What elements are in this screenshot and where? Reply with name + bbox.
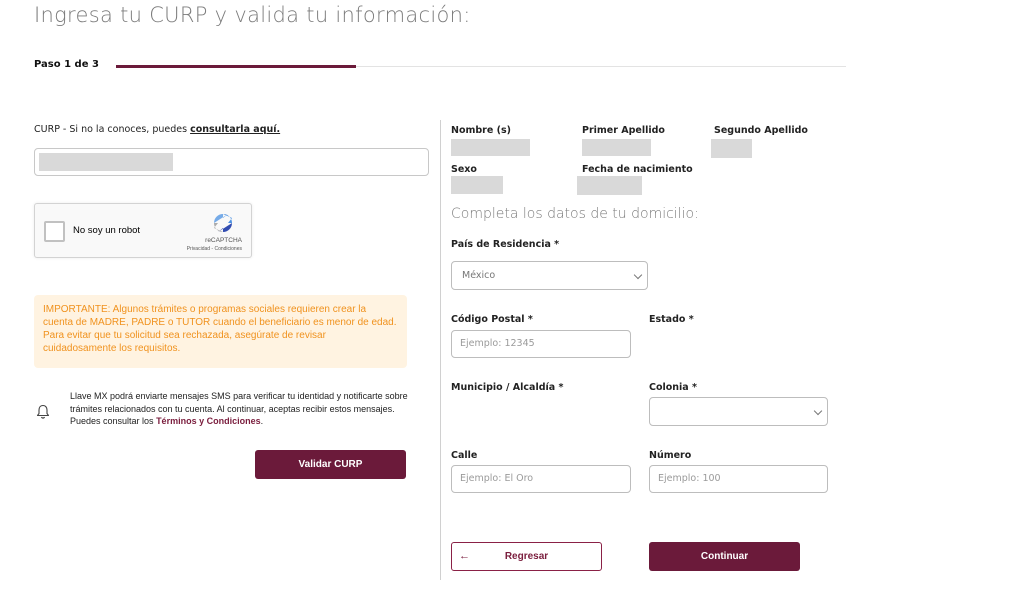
calle-input[interactable]: Ejemplo: El Oro (451, 465, 631, 493)
redacted-nombre (451, 139, 530, 156)
sexo-label: Sexo (451, 164, 477, 175)
pais-selected-value: México (462, 270, 496, 281)
segundo-apellido-label: Segundo Apellido (714, 125, 808, 136)
curp-input[interactable] (34, 148, 429, 176)
recaptcha-brand: reCAPTCHA (205, 237, 242, 244)
municipio-label: Municipio / Alcaldía * (451, 382, 564, 393)
sms-consent-text: Llave MX podrá enviarte mensajes SMS par… (70, 390, 420, 428)
progress-fill (116, 65, 356, 68)
back-button[interactable]: ← Regresar (451, 542, 602, 571)
recaptcha-label: No soy un robot (73, 225, 141, 236)
pais-select[interactable]: México (451, 261, 648, 290)
colonia-label: Colonia * (649, 382, 697, 393)
recaptcha-checkbox[interactable] (44, 221, 65, 242)
step-indicator: Paso 1 de 3 (34, 59, 99, 70)
pais-label: País de Residencia * (451, 239, 560, 250)
estado-label: Estado * (649, 314, 694, 325)
redacted-sexo (451, 176, 503, 194)
numero-label: Número (649, 450, 692, 461)
column-divider (440, 120, 441, 580)
primer-apellido-label: Primer Apellido (582, 125, 665, 136)
recaptcha-links[interactable]: Privacidad - Condiciones (187, 246, 242, 252)
fecha-nacimiento-label: Fecha de nacimiento (582, 164, 693, 175)
chevron-down-icon (813, 406, 823, 416)
address-section-title: Completa los datos de tu domicilio: (451, 206, 699, 222)
recaptcha-widget: No soy un robot reCAPTCHA Privacidad - C… (34, 203, 252, 258)
page-title: Ingresa tu CURP y valida tu información: (34, 3, 471, 27)
redacted-fecha-nacimiento (577, 176, 642, 195)
back-button-label: Regresar (504, 551, 549, 562)
redacted-primer-apellido (582, 139, 651, 156)
important-notice: IMPORTANTE: Algunos trámites o programas… (34, 295, 407, 368)
codigo-postal-label: Código Postal * (451, 314, 533, 325)
curp-lookup-link[interactable]: consultarla aquí. (190, 124, 280, 135)
codigo-postal-input[interactable]: Ejemplo: 12345 (451, 330, 631, 358)
terms-link[interactable]: Términos y Condiciones (156, 416, 261, 426)
chevron-down-icon (633, 270, 643, 280)
curp-label: CURP - Si no la conoces, puedes consulta… (34, 124, 280, 135)
redacted-segundo-apellido (711, 139, 752, 158)
nombre-label: Nombre (s) (451, 125, 511, 136)
calle-label: Calle (451, 450, 478, 461)
redacted-curp-value (39, 153, 173, 171)
curp-label-text: CURP - Si no la conoces, puedes (34, 124, 191, 135)
continue-button[interactable]: Continuar (649, 542, 800, 571)
numero-input[interactable]: Ejemplo: 100 (649, 465, 828, 493)
sms-consent-end: . (260, 416, 264, 426)
recaptcha-logo-icon (214, 214, 232, 232)
validate-curp-button[interactable]: Validar CURP (255, 450, 406, 479)
colonia-select[interactable] (649, 397, 828, 426)
bell-icon (36, 404, 50, 419)
